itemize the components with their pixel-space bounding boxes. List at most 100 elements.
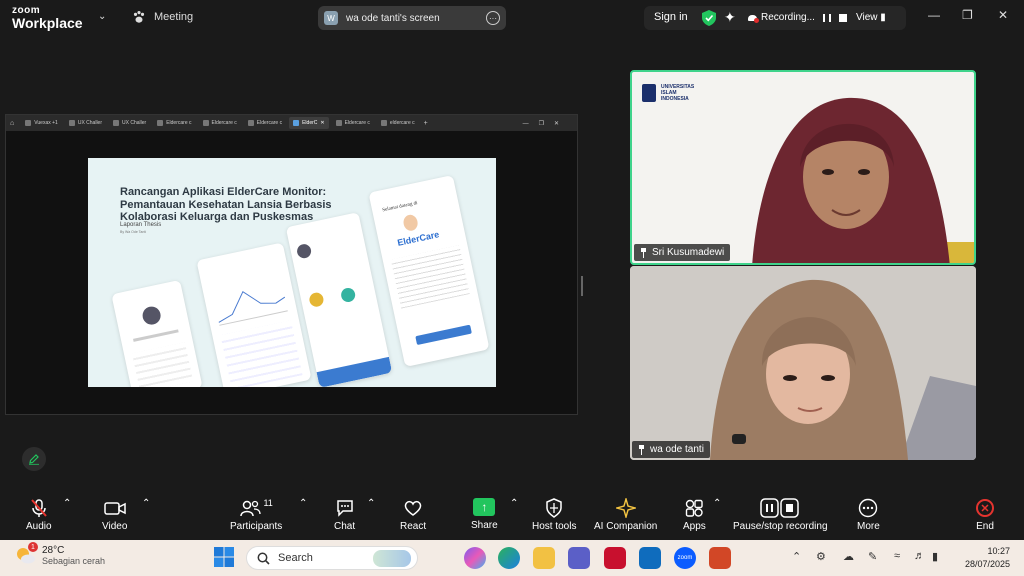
video-options-caret-icon[interactable]: ⌃ — [142, 498, 150, 509]
tab-label: UX Challer — [77, 120, 103, 126]
resize-handle[interactable] — [581, 276, 583, 296]
restore-icon[interactable]: ❐ — [962, 8, 973, 22]
taskbar-search[interactable]: Search — [246, 546, 418, 570]
share-button[interactable]: ↑ Share — [471, 498, 498, 531]
search-icon — [257, 552, 270, 565]
participant-name-tag: wa ode tanti — [632, 441, 710, 458]
battery-icon[interactable]: ▮ — [932, 550, 938, 563]
tab-label: Eldercare c — [256, 120, 283, 126]
show-hidden-icons-chevron-icon[interactable]: ⌃ — [792, 550, 801, 563]
tab-favicon-icon — [157, 120, 164, 126]
more-button[interactable]: More — [857, 498, 880, 532]
weather-icon: 1 — [14, 542, 38, 566]
powerpoint-app-icon[interactable] — [709, 547, 731, 569]
home-icon[interactable]: ⌂ — [10, 120, 14, 127]
meeting-toolbar: Audio ⌃ Video ⌃ 11 Participants ⌃ Chat ⌃… — [0, 492, 1024, 540]
browser-tab[interactable]: Eldercare c — [199, 117, 241, 129]
apps-button[interactable]: Apps — [683, 498, 706, 532]
participants-button[interactable]: 11 Participants — [230, 498, 282, 532]
taskbar-clock[interactable]: 10:27 28/07/2025 — [965, 545, 1010, 570]
slide-byline: By Wa Ode Tanti — [120, 230, 147, 234]
tray-app-icon[interactable]: ⚙ — [816, 550, 826, 563]
tab-label: Eldercare c — [211, 120, 237, 126]
shared-screen[interactable]: ⌂ Vuexax +1 UX Challer UX Challer Elderc… — [5, 114, 578, 415]
react-button[interactable]: React — [400, 498, 426, 532]
zoom-app-icon[interactable]: zoom — [674, 547, 696, 569]
temperature: 28°C — [42, 544, 65, 556]
pause-icon[interactable] — [822, 13, 831, 22]
tab-favicon-icon — [247, 120, 254, 126]
teams-app-icon[interactable] — [568, 547, 590, 569]
pause-stop-recording-button[interactable]: Pause/stop recording — [733, 498, 828, 532]
title-bar: zoom Workplace ⌄ Meeting W wa ode tanti'… — [0, 0, 1024, 36]
participants-options-caret-icon[interactable]: ⌃ — [299, 498, 307, 509]
tab-favicon-icon — [293, 120, 300, 126]
video-tile-wa-ode-tanti[interactable]: wa ode tanti — [630, 266, 976, 460]
recording-indicator[interactable]: Recording... — [748, 12, 847, 23]
close-icon[interactable]: ✕ — [998, 8, 1008, 22]
react-label: React — [400, 521, 427, 532]
chat-label: Chat — [334, 521, 356, 532]
file-explorer-icon[interactable] — [533, 547, 555, 569]
browser-tab[interactable]: Vuexax +1 — [21, 117, 62, 129]
apps-options-caret-icon[interactable]: ⌃ — [713, 498, 721, 509]
tab-favicon-icon — [380, 120, 387, 126]
start-button[interactable] — [213, 546, 237, 570]
video-label: Video — [102, 521, 128, 532]
audio-options-caret-icon[interactable]: ⌃ — [63, 498, 71, 509]
edge-app-icon[interactable] — [498, 547, 520, 569]
browser-tab[interactable]: UX Challer — [109, 117, 150, 129]
annotate-button[interactable] — [22, 447, 46, 471]
video-button[interactable]: Video — [102, 498, 127, 532]
outlook-app-icon[interactable] — [639, 547, 661, 569]
end-label: End — [976, 521, 994, 532]
view-button[interactable]: View ▮ — [856, 12, 886, 23]
copilot-app-icon[interactable] — [464, 547, 486, 569]
browser-tab-active[interactable]: ElderC ✕ — [289, 117, 329, 129]
pin-icon — [641, 247, 646, 258]
pencil-icon — [29, 454, 39, 465]
weather-widget[interactable]: 1 28°C Sebagian cerah — [14, 542, 105, 566]
tab-label: eldercare c — [389, 120, 415, 126]
more-options-icon[interactable]: ··· — [486, 11, 500, 25]
stop-icon[interactable] — [838, 13, 847, 22]
browser-tab[interactable]: UX Challer — [65, 117, 106, 129]
chat-bubble-icon — [336, 500, 353, 517]
mcafee-app-icon[interactable] — [604, 547, 626, 569]
chevron-down-icon[interactable]: ⌄ — [98, 11, 106, 22]
shield-check-icon[interactable] — [702, 10, 716, 26]
browser-tab[interactable]: Eldercare c — [244, 117, 286, 129]
shared-screen-pill[interactable]: W wa ode tanti's screen ··· — [318, 6, 506, 30]
sparkle-icon[interactable]: ✦ — [724, 9, 736, 26]
sign-in-button[interactable]: Sign in — [654, 11, 688, 23]
phone-mockup-profile — [111, 279, 203, 387]
chart-thumbnail — [218, 290, 288, 326]
chat-button[interactable]: Chat — [334, 498, 355, 532]
chat-options-caret-icon[interactable]: ⌃ — [367, 498, 375, 509]
cloud-sync-icon[interactable]: ☁ — [843, 550, 854, 563]
share-label: Share — [471, 520, 498, 531]
host-tools-button[interactable]: Host tools — [532, 498, 576, 532]
meeting-menu[interactable]: Meeting — [132, 10, 193, 24]
volume-icon[interactable]: ♬ — [914, 550, 925, 562]
browser-tab[interactable]: eldercare c — [377, 117, 419, 129]
audio-button[interactable]: Audio — [26, 498, 52, 532]
minimize-icon[interactable]: — — [928, 8, 940, 22]
pen-tray-icon[interactable]: ✎ — [868, 550, 877, 563]
browser-tab[interactable]: Eldercare c — [332, 117, 374, 129]
windows-taskbar: 1 28°C Sebagian cerah Search zoom ⌃ ⚙ ☁ … — [0, 540, 1024, 576]
meeting-label: Meeting — [154, 11, 194, 23]
end-button[interactable]: ✕ End — [976, 498, 994, 532]
ai-companion-button[interactable]: AI Companion — [594, 498, 657, 532]
new-tab-icon[interactable]: + — [424, 120, 428, 127]
tab-label: Eldercare c — [344, 120, 370, 126]
share-options-caret-icon[interactable]: ⌃ — [510, 498, 518, 509]
more-label: More — [857, 521, 880, 532]
video-tile-sri-kusumadewi[interactable]: UNIVERSITAS ISLAM INDONESIA Sri Kusumade… — [630, 70, 976, 265]
browser-tab[interactable]: Eldercare c — [153, 117, 195, 129]
welcome-text: Selamat datang di — [381, 200, 419, 214]
ai-companion-label: AI Companion — [594, 521, 658, 532]
wifi-icon[interactable]: ≈ — [894, 550, 900, 562]
slide-subtitle: Laporan Thesis — [120, 222, 162, 228]
phone-mockup-welcome: Selamat datang di ElderCare — [368, 175, 490, 367]
